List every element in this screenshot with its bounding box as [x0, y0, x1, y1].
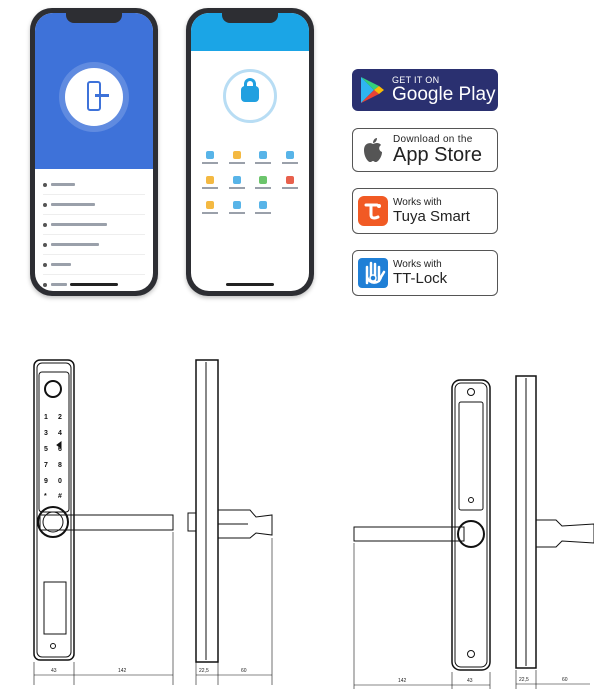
tuya-smart-badge[interactable]: Works with Tuya Smart — [352, 188, 498, 234]
phone-notch — [222, 13, 278, 23]
dimension-label: 43 — [467, 678, 473, 684]
keypad-key: * — [44, 493, 47, 500]
keypad-key: 6 — [58, 446, 62, 453]
lock-status-circle[interactable] — [65, 68, 123, 126]
list-item[interactable] — [43, 175, 145, 195]
dimension-label: 43 — [51, 668, 57, 674]
list-item[interactable] — [43, 215, 145, 235]
feature-item[interactable] — [277, 176, 304, 189]
keypad-key: 4 — [58, 430, 62, 437]
badge-big-text: TT-Lock — [393, 269, 448, 287]
ttlock-badge[interactable]: Works with TT-Lock — [352, 250, 498, 296]
home-indicator — [70, 283, 118, 286]
keypad-key: 5 — [44, 446, 48, 453]
tuya-icon — [353, 195, 393, 227]
side-view — [187, 359, 273, 663]
badge-big-text: Tuya Smart — [393, 207, 470, 225]
front-dimension-lines — [33, 532, 174, 685]
badge-small-text: Works with — [393, 258, 442, 270]
dimension-label: 22,5 — [199, 668, 209, 674]
feature-item[interactable] — [250, 176, 277, 189]
badge-big-text: Google Play — [392, 84, 496, 105]
phone-mockup-ttlock-app — [186, 8, 314, 296]
feature-grid — [197, 151, 303, 214]
home-indicator — [226, 283, 274, 286]
keypad-key: 0 — [58, 478, 62, 485]
unlock-button[interactable] — [223, 69, 277, 123]
back-side-view — [515, 375, 594, 669]
google-play-icon — [352, 76, 392, 104]
lock-handle-icon — [95, 94, 109, 97]
keypad-key: 7 — [44, 462, 48, 469]
feature-item[interactable] — [277, 151, 304, 164]
list-item[interactable] — [43, 235, 145, 255]
feature-item[interactable] — [197, 151, 224, 164]
keypad-key: 3 — [44, 430, 48, 437]
phone-screen — [191, 13, 309, 291]
back-view — [353, 379, 491, 671]
keypad-digits: 1 2 3 4 5 6 7 8 9 0 * # — [44, 414, 62, 500]
front-view — [33, 359, 174, 661]
dimension-label: 60 — [562, 677, 568, 683]
feature-item[interactable] — [224, 201, 251, 214]
dimension-label: 142 — [118, 668, 127, 674]
feature-item[interactable] — [224, 151, 251, 164]
phone-screen — [35, 13, 153, 291]
phone-notch — [66, 13, 122, 23]
feature-item[interactable] — [250, 201, 277, 214]
phone-mockup-lock-app — [30, 8, 158, 296]
badge-small-text: Works with — [393, 196, 442, 208]
feature-item[interactable] — [197, 201, 224, 214]
keypad-key: 1 — [44, 414, 48, 421]
dimension-label: 22,5 — [519, 677, 529, 683]
padlock-icon — [241, 86, 259, 102]
list-item[interactable] — [43, 195, 145, 215]
app-store-badge[interactable]: Download on the App Store — [352, 128, 498, 172]
keypad-key: 9 — [44, 478, 48, 485]
google-play-badge[interactable]: GET IT ON Google Play — [352, 69, 498, 111]
dimension-label: 60 — [241, 668, 247, 674]
keypad-key: 8 — [58, 462, 62, 469]
badge-big-text: App Store — [393, 144, 482, 166]
side-dimension-lines — [195, 538, 273, 685]
list-item[interactable] — [43, 255, 145, 275]
lock-dimension-drawing: 1 2 3 4 5 6 7 8 9 0 * # 43 142 22,5 60 1… — [33, 359, 594, 689]
apple-icon — [353, 137, 393, 163]
app-record-list — [43, 175, 145, 291]
ttlock-hand-icon — [353, 257, 393, 289]
feature-item[interactable] — [197, 176, 224, 189]
keypad-key: 2 — [58, 414, 62, 421]
keypad-key: # — [58, 493, 62, 500]
feature-item[interactable] — [250, 151, 277, 164]
feature-item[interactable] — [224, 176, 251, 189]
dimension-label: 142 — [398, 678, 407, 684]
